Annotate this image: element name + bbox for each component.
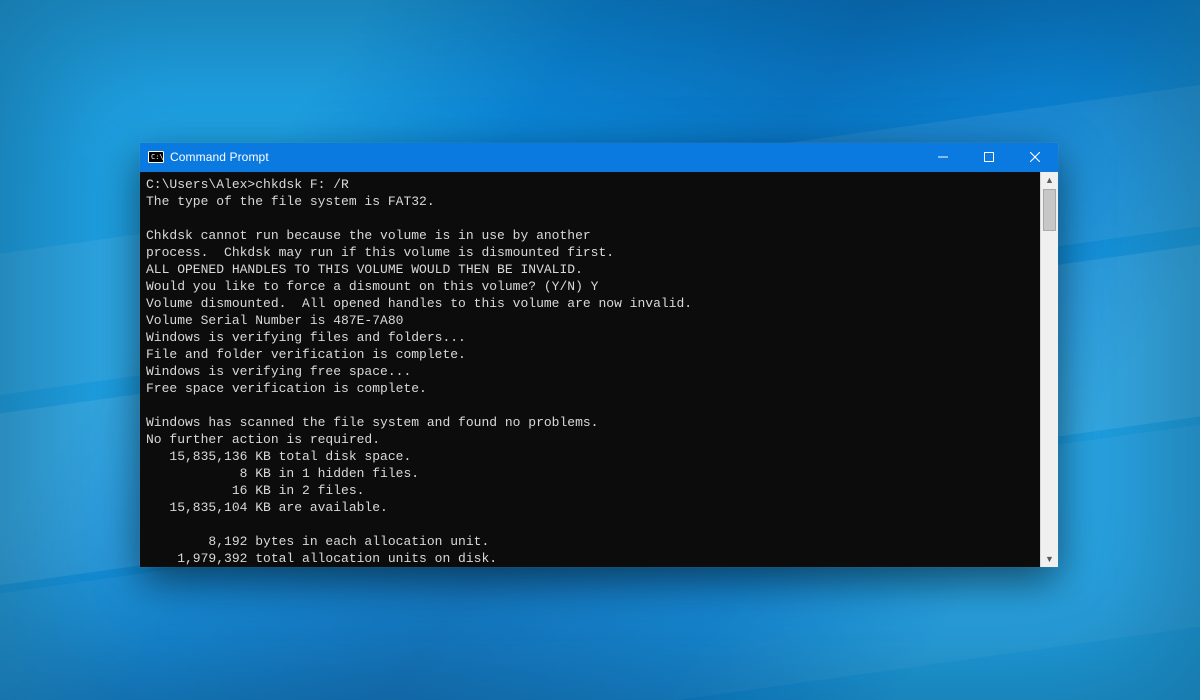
terminal-line: File and folder verification is complete… [146,346,1034,363]
terminal-line: C:\Users\Alex>chkdsk F: /R [146,176,1034,193]
terminal-line: 15,835,136 KB total disk space. [146,448,1034,465]
scrollbar-thumb[interactable] [1043,189,1056,231]
chevron-down-icon: ▼ [1045,554,1054,564]
window-controls [920,143,1058,172]
command-prompt-window: C:\ Command Prompt [140,143,1058,567]
scrollbar-track[interactable] [1041,189,1058,550]
minimize-button[interactable] [920,143,966,172]
terminal-line: Volume Serial Number is 487E-7A80 [146,312,1034,329]
close-button[interactable] [1012,143,1058,172]
chevron-up-icon: ▲ [1045,175,1054,185]
terminal-line [146,397,1034,414]
terminal-line: 8,192 bytes in each allocation unit. [146,533,1034,550]
vertical-scrollbar[interactable]: ▲ ▼ [1040,172,1058,567]
terminal-line: ALL OPENED HANDLES TO THIS VOLUME WOULD … [146,261,1034,278]
terminal-line: The type of the file system is FAT32. [146,193,1034,210]
terminal-line: Windows is verifying free space... [146,363,1034,380]
terminal-output[interactable]: C:\Users\Alex>chkdsk F: /RThe type of th… [140,172,1040,567]
svg-text:C:\: C:\ [151,153,164,161]
window-client-area: C:\Users\Alex>chkdsk F: /RThe type of th… [140,172,1058,567]
window-title: Command Prompt [170,150,269,164]
terminal-line: Chkdsk cannot run because the volume is … [146,227,1034,244]
terminal-line: Volume dismounted. All opened handles to… [146,295,1034,312]
terminal-line [146,516,1034,533]
close-icon [1030,152,1040,162]
terminal-line [146,210,1034,227]
scroll-up-button[interactable]: ▲ [1041,172,1058,189]
terminal-line: Windows is verifying files and folders..… [146,329,1034,346]
titlebar[interactable]: C:\ Command Prompt [140,143,1058,172]
terminal-line: Free space verification is complete. [146,380,1034,397]
terminal-line: 8 KB in 1 hidden files. [146,465,1034,482]
terminal-line: 1,979,392 total allocation units on disk… [146,550,1034,567]
maximize-button[interactable] [966,143,1012,172]
terminal-line: process. Chkdsk may run if this volume i… [146,244,1034,261]
terminal-line: Windows has scanned the file system and … [146,414,1034,431]
scroll-down-button[interactable]: ▼ [1041,550,1058,567]
terminal-line: 15,835,104 KB are available. [146,499,1034,516]
maximize-icon [984,152,994,162]
desktop-background: C:\ Command Prompt [0,0,1200,700]
minimize-icon [938,152,948,162]
command-prompt-icon: C:\ [148,149,164,165]
terminal-line: No further action is required. [146,431,1034,448]
terminal-line: Would you like to force a dismount on th… [146,278,1034,295]
terminal-line: 16 KB in 2 files. [146,482,1034,499]
